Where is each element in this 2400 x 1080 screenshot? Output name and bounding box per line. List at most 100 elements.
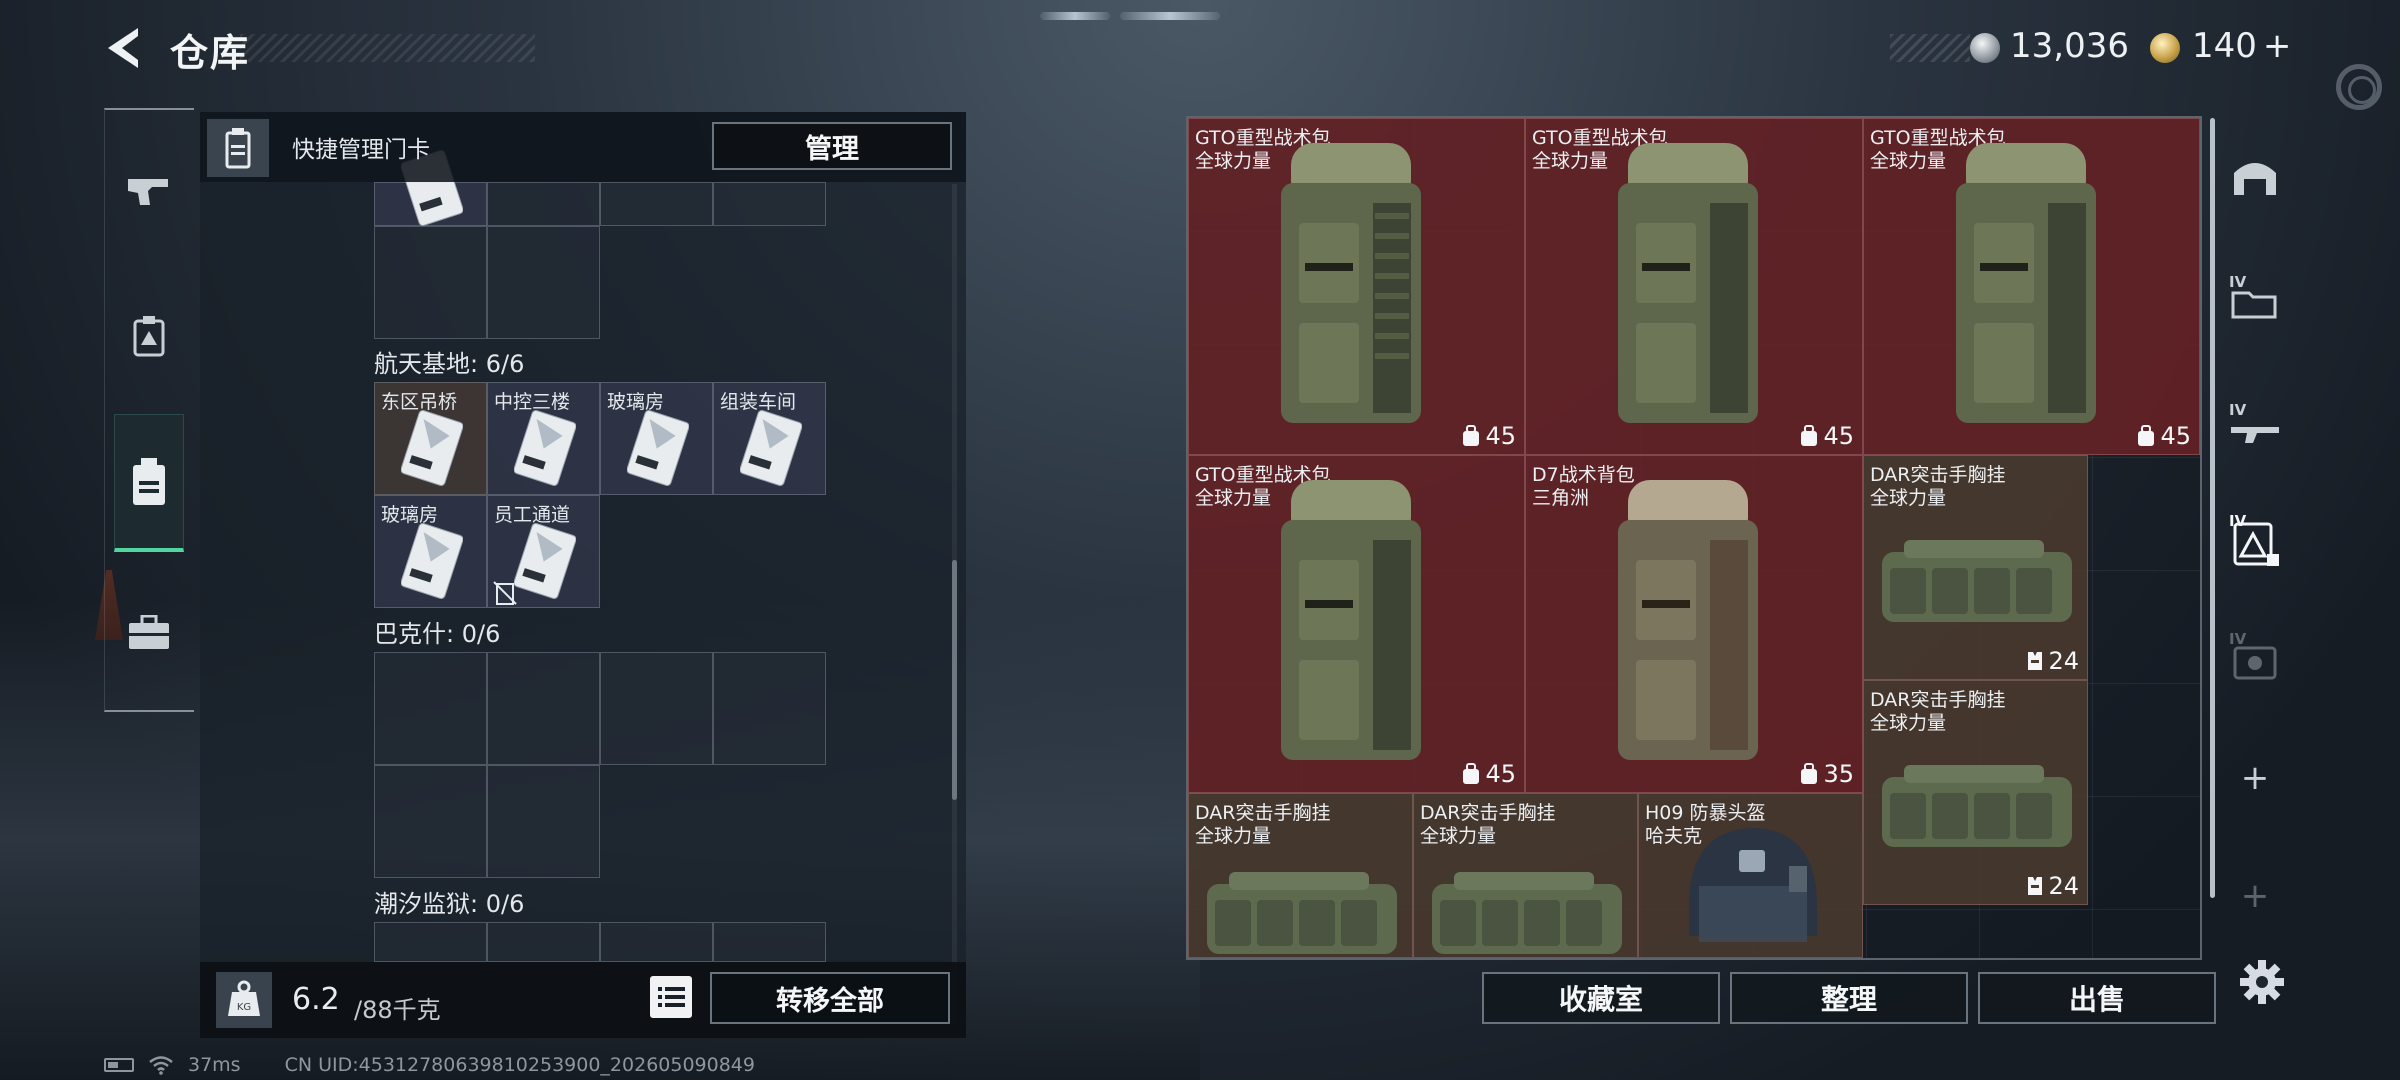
- sort-button[interactable]: 整理: [1730, 972, 1968, 1024]
- scrollbar-thumb[interactable]: [952, 560, 957, 800]
- item-capacity: 45: [2136, 422, 2191, 450]
- empty-slot[interactable]: [487, 765, 600, 878]
- stash-item-chest-rig[interactable]: DAR突击手胸挂 全球力量: [1413, 793, 1638, 958]
- list-icon: [658, 987, 685, 1007]
- stash-item-helmet[interactable]: H09 防暴头盔 哈夫克: [1638, 793, 1863, 958]
- keycard-icon: [401, 523, 463, 599]
- category-cases[interactable]: [114, 588, 184, 678]
- chest-rig-icon: [1207, 872, 1397, 954]
- add-currency-icon[interactable]: +: [2263, 26, 2292, 66]
- stash-item-chest-rig[interactable]: DAR突击手胸挂 全球力量 24: [1863, 455, 2088, 680]
- category-keycards[interactable]: [114, 414, 184, 552]
- empty-slot[interactable]: [487, 652, 600, 765]
- empty-slot[interactable]: [374, 922, 487, 962]
- manage-button[interactable]: 管理: [712, 122, 952, 170]
- stash-item-backpack[interactable]: D7战术背包 三角洲 35: [1525, 455, 1863, 793]
- item-origin: 全球力量: [1195, 825, 1272, 847]
- stash-item-backpack[interactable]: GTO重型战术包 全球力量 45: [1188, 455, 1525, 793]
- helmet-icon: [1689, 828, 1817, 942]
- keycard-slot[interactable]: 玻璃房: [374, 495, 487, 608]
- sell-button[interactable]: 出售: [1978, 972, 2216, 1024]
- empty-slot[interactable]: [713, 652, 826, 765]
- back-button[interactable]: [100, 22, 150, 74]
- battery-icon: [104, 1058, 134, 1072]
- stash-item-backpack[interactable]: GTO重型战术包 全球力量 45: [1863, 118, 2200, 455]
- backpack-icon: [1281, 480, 1421, 760]
- item-origin: 全球力量: [1870, 487, 1947, 509]
- stash-tab-main[interactable]: [2220, 136, 2290, 216]
- card-disabled-icon: [493, 581, 517, 605]
- settings-button[interactable]: [2232, 952, 2292, 1012]
- tier4-folder-icon: IV: [2229, 273, 2277, 319]
- keycard-slot[interactable]: [374, 150, 487, 226]
- ceiling-light: [1120, 12, 1220, 20]
- item-capacity: 24: [2026, 647, 2079, 675]
- list-view-button[interactable]: [650, 976, 692, 1018]
- quick-manage-keycards-label: 快捷管理门卡: [292, 137, 430, 163]
- svg-text:IV: IV: [2229, 273, 2247, 291]
- item-capacity-value: 45: [1485, 760, 1516, 788]
- currency-decoration: [1890, 34, 1970, 62]
- collection-room-button[interactable]: 收藏室: [1482, 972, 1720, 1024]
- item-origin: 全球力量: [1870, 150, 1947, 172]
- item-capacity-value: 24: [2048, 872, 2079, 900]
- category-weapons[interactable]: [114, 146, 184, 236]
- empty-slot[interactable]: [374, 652, 487, 765]
- backpack-capacity-icon: [1801, 763, 1818, 784]
- item-origin: 三角洲: [1532, 487, 1590, 509]
- premium-currency-value: 140: [2192, 26, 2257, 66]
- menu-ring-icon[interactable]: [2336, 64, 2382, 110]
- stash-tab-add[interactable]: +: [2220, 738, 2290, 818]
- chest-rig-icon: [1882, 540, 2072, 622]
- tier4-rifle-icon: IV: [2229, 401, 2279, 443]
- empty-slot[interactable]: [487, 226, 600, 339]
- backpack-capacity-icon: [1463, 425, 1480, 446]
- key-badge-icon: [133, 316, 165, 357]
- item-capacity-value: 45: [1485, 422, 1516, 450]
- status-bar: 37ms CN UID:4531278063981025390​0_202605…: [104, 1054, 755, 1076]
- item-capacity-value: 45: [1823, 422, 1854, 450]
- keycard-icon: [627, 410, 689, 486]
- chest-rig-icon: [1882, 765, 2072, 847]
- stash-item-chest-rig[interactable]: DAR突击手胸挂 全球力量 24: [1863, 680, 2088, 905]
- empty-slot[interactable]: [600, 182, 713, 226]
- backpack-capacity-icon: [2138, 425, 2155, 446]
- current-weight: 6.2: [292, 982, 340, 1017]
- empty-slot[interactable]: [374, 226, 487, 339]
- category-keys[interactable]: [114, 292, 184, 382]
- stash-item-backpack[interactable]: GTO重型战术包 全球力量 45: [1188, 118, 1525, 455]
- stash-item-chest-rig[interactable]: DAR突击手胸挂 全球力量: [1188, 793, 1413, 958]
- item-capacity: 24: [2026, 872, 2079, 900]
- empty-slot[interactable]: [487, 922, 600, 962]
- weight-icon: KG: [228, 980, 260, 1016]
- stash-tab-add-disabled: +: [2240, 876, 2270, 916]
- stash-tab-6[interactable]: IV: [2220, 500, 2290, 580]
- item-origin: 全球力量: [1195, 487, 1272, 509]
- empty-slot[interactable]: [374, 765, 487, 878]
- empty-slot[interactable]: [487, 182, 600, 226]
- stash-room-icon: [2234, 163, 2276, 195]
- stash-scrollbar[interactable]: [2210, 118, 2215, 898]
- stash-tab-5[interactable]: IV: [2220, 384, 2290, 464]
- gear-icon: [2240, 960, 2284, 1004]
- empty-slot[interactable]: [713, 922, 826, 962]
- item-capacity: 35: [1799, 760, 1854, 788]
- section-title: 航天基地: 6/6: [374, 350, 525, 378]
- keycard-slot[interactable]: 员工通道: [487, 495, 600, 608]
- stash-tab-4[interactable]: IV: [2220, 256, 2290, 336]
- keycard-slot[interactable]: 东区吊桥: [374, 382, 487, 495]
- stash-tab-7[interactable]: IV: [2220, 616, 2290, 696]
- item-origin: 全球力量: [1870, 712, 1947, 734]
- premium-currency-balance[interactable]: 140 +: [2192, 26, 2291, 66]
- stash-item-backpack[interactable]: GTO重型战术包 全球力量 45: [1525, 118, 1863, 455]
- transfer-all-button[interactable]: 转移全部: [710, 972, 950, 1024]
- empty-slot[interactable]: [600, 922, 713, 962]
- empty-slot[interactable]: [713, 182, 826, 226]
- ping-label: 37ms: [188, 1054, 241, 1076]
- empty-slot[interactable]: [600, 652, 713, 765]
- backpack-icon: [1618, 143, 1758, 423]
- keycard-slot[interactable]: 玻璃房: [600, 382, 713, 495]
- keycard-slot[interactable]: 组装车间: [713, 382, 826, 495]
- svg-text:IV: IV: [2229, 512, 2247, 530]
- keycard-slot[interactable]: 中控三楼: [487, 382, 600, 495]
